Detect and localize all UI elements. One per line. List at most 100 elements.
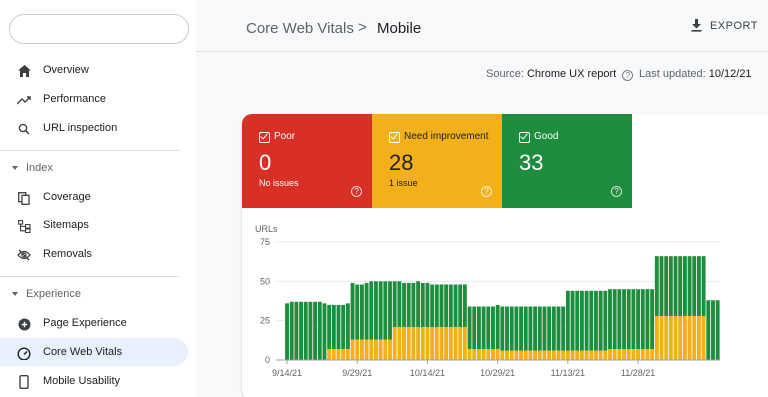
sidebar-item-sitemaps[interactable]: Sitemaps xyxy=(0,211,188,239)
bar-need-improvement xyxy=(570,350,575,360)
bar-good xyxy=(692,256,697,316)
bar-need-improvement xyxy=(673,315,678,360)
bar-need-improvement xyxy=(659,315,664,360)
sidebar-item-overview[interactable]: Overview xyxy=(0,56,188,84)
bar-need-improvement xyxy=(528,350,533,360)
sidebar-item-performance[interactable]: Performance xyxy=(0,85,188,113)
bar-good xyxy=(687,256,692,316)
section-index-toggle[interactable]: Index xyxy=(12,162,53,174)
tile-poor[interactable]: Poor 0 No issues ? xyxy=(242,114,372,208)
bar-good xyxy=(598,290,603,351)
bar-good xyxy=(556,306,561,351)
search-input[interactable] xyxy=(9,14,189,44)
bar-good xyxy=(420,282,425,327)
bar-need-improvement xyxy=(668,315,673,360)
bar-good xyxy=(603,290,608,351)
bar-good xyxy=(430,284,435,327)
help-icon[interactable]: ? xyxy=(611,186,622,197)
bar-good xyxy=(514,306,519,351)
bar-need-improvement xyxy=(598,350,603,360)
bar-good xyxy=(668,256,673,316)
bar-need-improvement xyxy=(331,348,336,360)
bar-good xyxy=(500,306,505,351)
checkbox-icon[interactable] xyxy=(389,132,400,143)
bar-good xyxy=(406,282,411,327)
breadcrumb-root[interactable]: Core Web Vitals xyxy=(246,20,354,37)
bar-good xyxy=(434,284,439,327)
bar-good xyxy=(453,284,458,327)
bar-need-improvement xyxy=(556,350,561,360)
bar-good xyxy=(561,306,566,351)
bar-good xyxy=(636,289,641,349)
bar-good xyxy=(551,306,556,351)
bar-need-improvement xyxy=(701,315,706,360)
bar-good xyxy=(533,306,538,351)
bar-good xyxy=(336,304,341,349)
bar-need-improvement xyxy=(467,348,472,360)
sidebar-item-label: Coverage xyxy=(43,191,91,203)
bar-good xyxy=(547,306,552,351)
sidebar-item-removals[interactable]: Removals xyxy=(0,240,188,268)
bar-good xyxy=(369,281,374,340)
divider xyxy=(0,150,180,151)
updated-label: Last updated: xyxy=(639,68,706,80)
bar-good xyxy=(341,304,346,349)
x-tick-label: 11/13/21 xyxy=(551,368,585,378)
tile-good[interactable]: Good 33 ? xyxy=(502,114,632,208)
bar-good xyxy=(715,300,720,360)
bar-good xyxy=(364,282,369,340)
bar-good xyxy=(345,303,350,349)
bar-good xyxy=(317,301,322,360)
bar-need-improvement xyxy=(640,348,645,360)
bar-good xyxy=(350,282,355,340)
sidebar-item-core-web-vitals[interactable]: Core Web Vitals xyxy=(0,338,188,366)
sidebar-item-label: Page Experience xyxy=(43,317,127,329)
bar-need-improvement xyxy=(682,315,687,360)
sidebar-item-mobile-usability[interactable]: Mobile Usability xyxy=(0,367,188,395)
page-experience-icon xyxy=(16,316,32,332)
sidebar-item-coverage[interactable]: Coverage xyxy=(0,183,188,211)
bar-need-improvement xyxy=(397,326,402,360)
bar-good xyxy=(444,284,449,327)
bar-good xyxy=(673,256,678,316)
bar-need-improvement xyxy=(462,326,467,360)
sidebar-item-label: Performance xyxy=(43,93,106,105)
bar-need-improvement xyxy=(383,339,388,360)
checkbox-icon[interactable] xyxy=(519,132,530,143)
bar-need-improvement xyxy=(458,326,463,360)
checkbox-icon[interactable] xyxy=(259,132,270,143)
tile-subtext: 1 issue xyxy=(389,178,418,188)
bar-need-improvement xyxy=(579,350,584,360)
bar-good xyxy=(696,256,701,316)
sidebar-item-page-experience[interactable]: Page Experience xyxy=(0,309,188,337)
help-icon[interactable]: ? xyxy=(622,70,634,81)
tile-need-improvement[interactable]: Need improvement 28 1 issue ? xyxy=(372,114,502,208)
bar-need-improvement xyxy=(547,350,552,360)
bar-good xyxy=(308,301,313,360)
bar-need-improvement xyxy=(448,326,453,360)
help-icon[interactable]: ? xyxy=(351,186,362,197)
bar-good xyxy=(505,306,509,351)
page-header: Core Web Vitals > Mobile EXPORT xyxy=(196,0,768,52)
source-label: Source: xyxy=(486,68,524,80)
bar-good xyxy=(289,301,294,360)
bar-good xyxy=(285,303,289,360)
tile-count: 0 xyxy=(259,150,272,175)
bar-need-improvement xyxy=(476,348,481,360)
source-info: Source: Chrome UX report ? xyxy=(486,68,634,81)
bar-good xyxy=(645,289,650,349)
sidebar-item-url-inspection[interactable]: URL inspection xyxy=(0,114,188,142)
bar-good xyxy=(439,284,444,327)
x-tick-label: 9/29/21 xyxy=(342,368,372,378)
last-updated-info: Last updated: 10/12/21 xyxy=(639,68,752,80)
sidebar-item-label: Removals xyxy=(43,248,92,260)
bar-need-improvement xyxy=(551,350,556,360)
export-label: EXPORT xyxy=(709,19,758,32)
help-icon[interactable]: ? xyxy=(481,186,492,197)
bar-need-improvement xyxy=(542,350,547,360)
bar-good xyxy=(472,306,477,349)
bar-good xyxy=(542,306,547,351)
section-experience-toggle[interactable]: Experience xyxy=(12,288,81,300)
export-button[interactable]: EXPORT xyxy=(691,19,758,32)
breadcrumb-separator: > xyxy=(358,19,367,36)
